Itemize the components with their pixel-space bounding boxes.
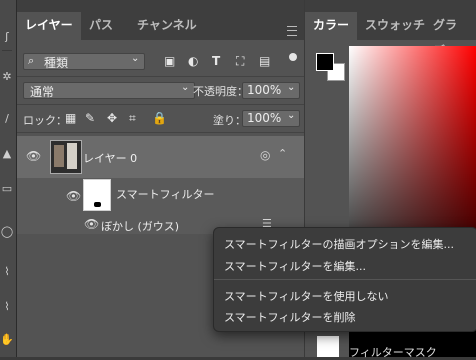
filter-name[interactable]: ぼかし (ガウス) <box>101 218 179 234</box>
tab-channels[interactable]: チャンネル <box>129 12 205 40</box>
blend-mode-value: 通常 <box>30 85 55 99</box>
chevron-down-icon: ⌄ <box>287 110 296 121</box>
blur-tool-icon[interactable]: ◯ <box>0 225 14 239</box>
visibility-eye-icon[interactable]: 👁 <box>26 149 41 163</box>
menu-item-edit-smart-filter[interactable]: スマートフィルターを編集... <box>224 258 366 274</box>
foreground-color-swatch[interactable] <box>316 53 334 71</box>
tab-gradients[interactable]: グラデー <box>425 12 476 58</box>
row-separator <box>17 132 304 133</box>
menu-item-delete-smart-filter[interactable]: スマートフィルターを削除 <box>224 309 355 325</box>
filter-mask-label: フィルターマスク <box>349 346 437 359</box>
fill-field[interactable]: 100% ⌄ <box>242 110 300 127</box>
mask-mark <box>94 202 101 207</box>
pen-tool-icon[interactable]: ⌇ <box>0 265 14 279</box>
tab-layers[interactable]: レイヤー <box>17 12 81 40</box>
layers-panel-tabs: レイヤー パス チャンネル <box>17 0 304 40</box>
chevron-down-icon: ⌄ <box>181 82 190 93</box>
lock-all-icon[interactable]: 🔒 <box>152 111 167 125</box>
shape-layer-filter-icon[interactable]: ⛶ <box>236 54 244 69</box>
search-icon: ⌕ <box>28 54 35 67</box>
lock-transparent-pixels-icon[interactable]: ▦ <box>65 111 76 125</box>
row-separator <box>17 104 304 105</box>
color-panel-tabs: カラー スウォッチ グラデー <box>305 0 476 58</box>
context-menu: スマートフィルターの描画オプションを編集... スマートフィルターを編集... … <box>213 227 476 332</box>
collapse-filters-icon[interactable]: ⌃ <box>278 147 287 160</box>
smart-object-badge-icon: ◎ <box>260 148 271 162</box>
chevron-down-icon: ⌄ <box>131 53 140 64</box>
menu-item-disable-smart-filter[interactable]: スマートフィルターを使用しない <box>224 288 388 304</box>
opacity-value: 100% <box>247 83 282 97</box>
opacity-label: 不透明度： <box>193 85 248 98</box>
layer-filter-dropdown[interactable]: ⌕ 種類 ⌄ <box>23 53 145 70</box>
fill-value: 100% <box>247 111 282 125</box>
layer-row[interactable]: 👁 レイヤー 0 ◎ ⌃ <box>17 136 304 178</box>
layer-filter-value: 種類 <box>44 56 69 70</box>
path-select-tool-icon[interactable]: ⌇ <box>0 300 14 314</box>
smart-filter-mask-thumbnail <box>83 179 111 211</box>
smart-filter-label: スマートフィルター <box>116 188 215 201</box>
tool-separator <box>2 50 12 51</box>
chevron-down-icon: ⌄ <box>287 82 296 93</box>
stamp-tool-icon[interactable]: ▲ <box>0 147 14 161</box>
lock-artboard-icon[interactable]: ⌗ <box>129 111 136 126</box>
layer-name[interactable]: レイヤー 0 <box>83 150 137 166</box>
thumbnail-figure <box>67 143 77 169</box>
menu-separator <box>214 279 476 280</box>
panel-menu-icon[interactable] <box>287 26 297 36</box>
thumbnail-figure <box>54 145 64 167</box>
adjustment-layer-filter-icon[interactable]: ◐ <box>188 54 198 68</box>
visibility-eye-icon[interactable]: 👁 <box>66 189 81 203</box>
tab-swatches[interactable]: スウォッチ <box>357 12 433 40</box>
tools-bar: ʃ ✲ / ▲ ▭ ◯ ⌇ ⌇ ✋ <box>0 0 17 357</box>
filter-toggle-icon[interactable] <box>289 53 297 61</box>
sparkle-tool-icon[interactable]: ✲ <box>0 70 14 84</box>
tab-color[interactable]: カラー <box>305 12 358 40</box>
opacity-field[interactable]: 100% ⌄ <box>242 82 300 99</box>
filter-mask-swatch <box>317 336 339 357</box>
row-separator <box>17 76 304 77</box>
tab-paths[interactable]: パス <box>81 12 121 40</box>
lock-image-pixels-icon[interactable]: ✎ <box>85 111 95 125</box>
pixel-layer-filter-icon[interactable]: ▣ <box>164 54 175 68</box>
menu-item-edit-blending-options[interactable]: スマートフィルターの描画オプションを編集... <box>224 236 454 252</box>
type-layer-filter-icon[interactable]: T <box>212 54 220 68</box>
hand-tool-icon[interactable]: ✋ <box>0 333 14 347</box>
brush-tool-icon[interactable]: / <box>0 112 14 126</box>
layer-thumbnail <box>50 140 82 174</box>
blend-mode-dropdown[interactable]: 通常 ⌄ <box>23 82 195 99</box>
lock-position-icon[interactable]: ✥ <box>107 111 117 125</box>
lasso-tool-icon[interactable]: ʃ <box>0 30 14 44</box>
visibility-eye-icon[interactable]: 👁 <box>84 217 99 231</box>
smart-object-filter-icon[interactable]: ▤ <box>259 54 270 68</box>
eraser-tool-icon[interactable]: ▭ <box>0 182 14 196</box>
lock-label: ロック： <box>23 114 67 127</box>
smart-filter-row[interactable]: 👁 スマートフィルター <box>17 178 304 216</box>
